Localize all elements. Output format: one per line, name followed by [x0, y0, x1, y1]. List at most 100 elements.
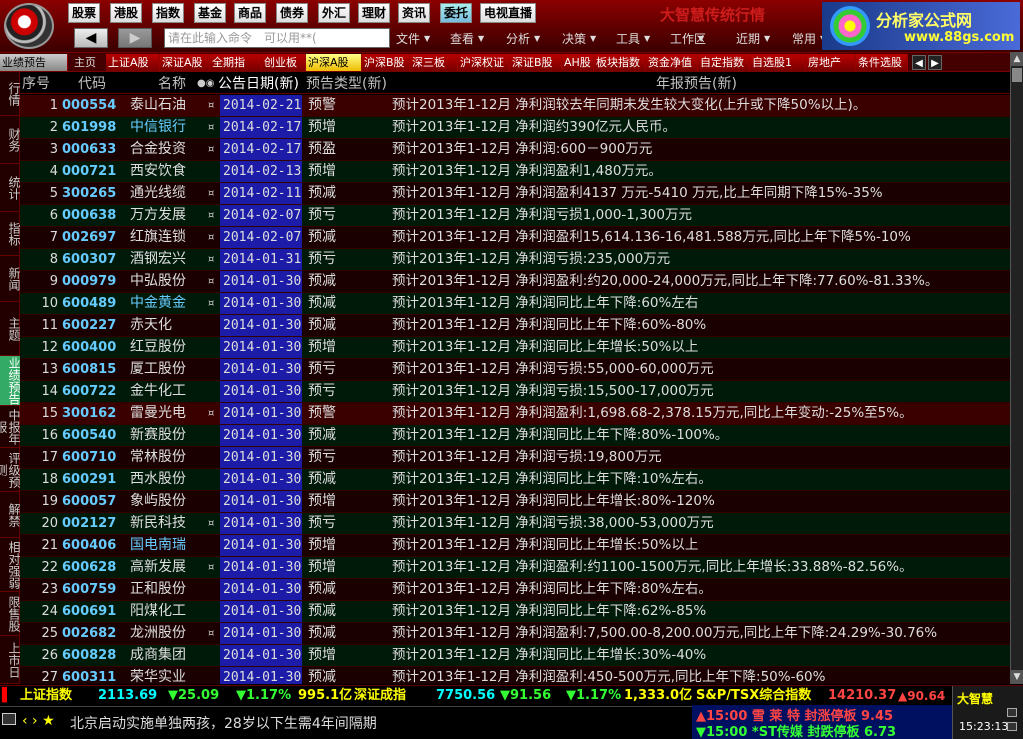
- table-row[interactable]: 6 000638 万方发展 ¤ 2014-02-07 预亏 预计2013年1-12月 净利润…: [20, 205, 1010, 227]
- tab-item[interactable]: 房地产: [806, 54, 856, 71]
- header-type[interactable]: 预告类型(新): [306, 75, 387, 93]
- tab-item[interactable]: 条件选股: [856, 54, 908, 71]
- scroll-thumb[interactable]: [1012, 68, 1022, 82]
- table-row[interactable]: 3 000633 合金投资 ¤ 2014-02-17 预盈 预计2013年1-12月 净利润…: [20, 139, 1010, 161]
- scroll-up-icon[interactable]: ▲: [1011, 52, 1023, 66]
- side-tab[interactable]: 上市日: [0, 636, 20, 684]
- vertical-scrollbar[interactable]: ▲ ▼: [1010, 52, 1023, 684]
- header-date[interactable]: 公告日期(新): [218, 75, 299, 93]
- table-row[interactable]: 4 000721 西安饮食 2014-02-13 预增 预计2013年1-12月 净利润盈…: [20, 161, 1010, 183]
- command-input[interactable]: 请在此输入命令 可以用**(: [164, 28, 390, 48]
- side-tab[interactable]: 指标: [0, 212, 20, 256]
- market-button[interactable]: 电视直播: [480, 3, 537, 23]
- table-row[interactable]: 11 600227 赤天化 2014-01-30 预减 预计2013年1-12月 净利润同…: [20, 315, 1010, 337]
- market-button[interactable]: 商品: [234, 3, 267, 23]
- menu-item[interactable]: 工具: [616, 30, 640, 47]
- table-row[interactable]: 20 002127 新民科技 ¤ 2014-01-30 预亏 预计2013年1-12月 净利…: [20, 513, 1010, 535]
- menu-item[interactable]: 近期: [736, 30, 760, 47]
- menu-item[interactable]: 决策: [562, 30, 586, 47]
- sp-index-name[interactable]: S&P/TSX综合指数: [696, 687, 811, 705]
- table-row[interactable]: 12 600400 红豆股份 2014-01-30 预增 预计2013年1-12月 净利润…: [20, 337, 1010, 359]
- sz-index-name[interactable]: 深证成指: [354, 687, 406, 705]
- tab-item[interactable]: 深证B股: [510, 54, 562, 71]
- side-tab[interactable]: 主题: [0, 302, 20, 356]
- tab-item[interactable]: 自定指数: [698, 54, 750, 71]
- ad-banner[interactable]: 分析家公式网 www.88gs.com: [822, 2, 1020, 50]
- side-tab[interactable]: 新闻: [0, 256, 20, 302]
- table-row[interactable]: 19 600057 象屿股份 2014-01-30 预增 预计2013年1-12月 净利润…: [20, 491, 1010, 513]
- market-button[interactable]: 港股: [110, 3, 143, 23]
- tab-item[interactable]: 业绩预告: [0, 54, 68, 71]
- table-row[interactable]: 21 600406 国电南瑞 2014-01-30 预增 预计2013年1-12月 净利润…: [20, 535, 1010, 557]
- tab-item[interactable]: 资金净值: [646, 54, 698, 71]
- market-button[interactable]: 基金: [194, 3, 227, 23]
- table-row[interactable]: 10 600489 中金黄金 ¤ 2014-01-30 预减 预计2013年1-12月 净利…: [20, 293, 1010, 315]
- side-tab[interactable]: 行情: [0, 72, 20, 116]
- header-code[interactable]: 代码: [78, 75, 106, 93]
- table-row[interactable]: 8 600307 酒钢宏兴 ¤ 2014-01-31 预亏 预计2013年1-12月 净利润…: [20, 249, 1010, 271]
- tab-item[interactable]: 沪深A股: [306, 54, 362, 71]
- scroll-down-icon[interactable]: ▼: [1011, 670, 1023, 684]
- tab-item[interactable]: 全期指: [210, 54, 262, 71]
- table-row[interactable]: 14 600722 金牛化工 2014-01-30 预亏 预计2013年1-12月 净利润…: [20, 381, 1010, 403]
- tab-item[interactable]: AH股: [562, 54, 594, 71]
- alert-item[interactable]: ▼15:00 *ST传媒 封跌停板 6.73: [696, 721, 896, 739]
- header-idx[interactable]: 序号: [22, 75, 50, 93]
- table-row[interactable]: 26 600828 成商集团 2014-01-30 预增 预计2013年1-12月 净利润…: [20, 645, 1010, 667]
- side-tab[interactable]: 统计: [0, 164, 20, 212]
- app-logo-icon[interactable]: [4, 3, 54, 49]
- tab-item[interactable]: 深三板: [410, 54, 458, 71]
- table-row[interactable]: 2 601998 中信银行 ¤ 2014-02-17 预增 预计2013年1-12月 净利润…: [20, 117, 1010, 139]
- tab-item[interactable]: 上证A股: [106, 54, 160, 71]
- table-row[interactable]: 27 600311 荣华实业 2014-01-30 预减 预计2013年1-12月 净利润…: [20, 667, 1010, 684]
- tab-item[interactable]: 自选股1: [750, 54, 806, 71]
- tab-item[interactable]: 板块指数: [594, 54, 646, 71]
- market-button[interactable]: 股票: [68, 3, 101, 23]
- window-box-icon[interactable]: [1007, 722, 1017, 731]
- side-tab[interactable]: 中报年报: [0, 406, 20, 448]
- window-box-icon[interactable]: [1007, 708, 1017, 717]
- table-row[interactable]: 24 600691 阳煤化工 2014-01-30 预减 预计2013年1-12月 净利润…: [20, 601, 1010, 623]
- table-row[interactable]: 16 600540 新赛股份 2014-01-30 预减 预计2013年1-12月 净利润…: [20, 425, 1010, 447]
- table-row[interactable]: 7 002697 红旗连锁 ¤ 2014-02-07 预减 预计2013年1-12月 净利润…: [20, 227, 1010, 249]
- market-button[interactable]: 指数: [152, 3, 185, 23]
- side-tab[interactable]: 解禁: [0, 492, 20, 538]
- menu-item[interactable]: 查看: [450, 30, 474, 47]
- side-tab[interactable]: 评级预测: [0, 448, 20, 492]
- market-button[interactable]: 外汇: [318, 3, 351, 23]
- table-row[interactable]: 17 600710 常林股份 2014-01-30 预亏 预计2013年1-12月 净利润…: [20, 447, 1010, 469]
- table-row[interactable]: 1 000554 泰山石油 ¤ 2014-02-21 预警 预计2013年1-12月 净利润…: [20, 95, 1010, 117]
- tab-item[interactable]: 主页: [72, 54, 106, 71]
- tab-item[interactable]: 沪深B股: [362, 54, 410, 71]
- table-row[interactable]: 18 600291 西水股份 2014-01-30 预减 预计2013年1-12月 净利润…: [20, 469, 1010, 491]
- market-button[interactable]: 债券: [276, 3, 309, 23]
- market-button[interactable]: 委托: [440, 3, 473, 23]
- tab-item[interactable]: 沪深权证: [458, 54, 510, 71]
- table-row[interactable]: 9 000979 中弘股份 ¤ 2014-01-30 预减 预计2013年1-12月 净利润…: [20, 271, 1010, 293]
- table-row[interactable]: 15 300162 雷曼光电 ¤ 2014-01-30 预警 预计2013年1-12月 净利…: [20, 403, 1010, 425]
- table-row[interactable]: 5 300265 通光线缆 ¤ 2014-02-11 预减 预计2013年1-12月 净利润…: [20, 183, 1010, 205]
- back-button[interactable]: ◀: [74, 28, 108, 48]
- side-tab[interactable]: 业绩预告: [0, 356, 20, 406]
- table-row[interactable]: 25 002682 龙洲股份 ¤ 2014-01-30 预减 预计2013年1-12月 净利…: [20, 623, 1010, 645]
- table-row[interactable]: 13 600815 厦工股份 2014-01-30 预亏 预计2013年1-12月 净利润…: [20, 359, 1010, 381]
- mail-icon[interactable]: [2, 713, 16, 725]
- sh-index-name[interactable]: 上证指数: [20, 687, 72, 705]
- table-row[interactable]: 23 600759 正和股份 2014-01-30 预减 预计2013年1-12月 净利润…: [20, 579, 1010, 601]
- market-button[interactable]: 理财: [358, 3, 391, 23]
- menu-item[interactable]: 分析: [506, 30, 530, 47]
- tab-item[interactable]: 深证A股: [160, 54, 210, 71]
- table-row[interactable]: 22 600628 高新发展 ¤ 2014-01-30 预增 预计2013年1-12月 净利…: [20, 557, 1010, 579]
- side-tab[interactable]: 财务: [0, 116, 20, 164]
- side-tab[interactable]: 限售股: [0, 592, 20, 636]
- menu-item[interactable]: 常用: [792, 30, 816, 47]
- ticker-nav-icon[interactable]: ‹ › ★: [22, 713, 55, 729]
- forward-button[interactable]: ▶: [118, 28, 152, 48]
- side-tab[interactable]: 相对强弱: [0, 538, 20, 592]
- header-text[interactable]: 年报预告(新): [656, 75, 737, 93]
- ticker-headline[interactable]: 北京启动实施单独两孩，28岁以下生需4年间隔期: [70, 713, 377, 733]
- menu-item[interactable]: 文件: [396, 30, 420, 47]
- market-button[interactable]: 资讯: [398, 3, 431, 23]
- tab-scroll-left-icon[interactable]: ◀: [912, 55, 926, 70]
- header-name[interactable]: 名称: [158, 75, 186, 93]
